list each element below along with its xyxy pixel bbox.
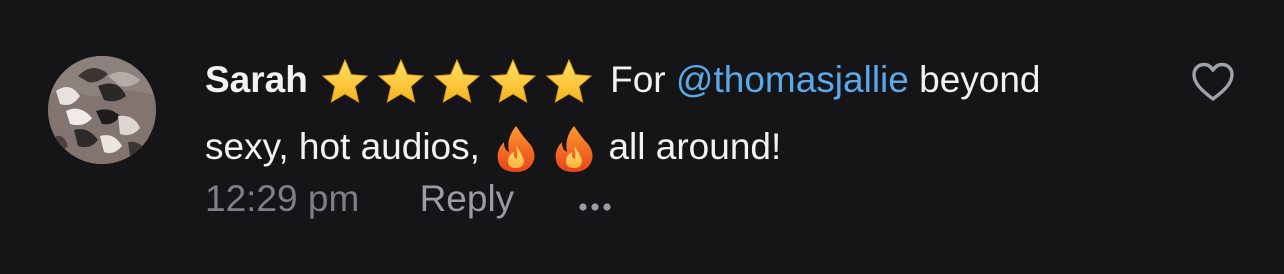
comment-text-line-1: Sarah For @thomasjallie beyond [205, 50, 1145, 117]
mention-link[interactable]: @thomasjallie [676, 59, 909, 100]
like-icon [1192, 62, 1234, 101]
comment-item: Sarah For @thomasjallie beyond sexy, hot… [0, 0, 1284, 274]
avatar-image [48, 56, 156, 164]
star-icon [489, 58, 537, 104]
comment-meta: 12:29 pm Reply [205, 172, 612, 226]
timestamp: 12:29 pm [205, 178, 360, 219]
star-icon [377, 58, 425, 104]
comment-text-after-mention: beyond [919, 59, 1041, 100]
avatar[interactable] [48, 56, 156, 164]
heart-outline-icon[interactable] [1191, 62, 1235, 102]
star-icon [433, 58, 481, 104]
star-icons [321, 58, 593, 104]
comment-text-line2: sexy, hot audios, [205, 126, 480, 167]
comment-body: Sarah For @thomasjallie beyond sexy, hot… [205, 50, 1145, 184]
comment-text-prefix: For [610, 59, 666, 100]
star-icon [321, 58, 369, 104]
fire-icon [497, 126, 535, 172]
star-emoji-group [318, 57, 600, 117]
more-options-icon [579, 203, 612, 211]
reply-button[interactable]: Reply [420, 172, 515, 226]
author-name[interactable]: Sarah [205, 59, 308, 100]
fire-icon [555, 126, 593, 172]
star-icon [545, 58, 593, 104]
comment-text-line2-end: all around! [608, 126, 782, 167]
ellipsis-icon[interactable] [578, 174, 612, 228]
fire-icons [497, 126, 593, 172]
